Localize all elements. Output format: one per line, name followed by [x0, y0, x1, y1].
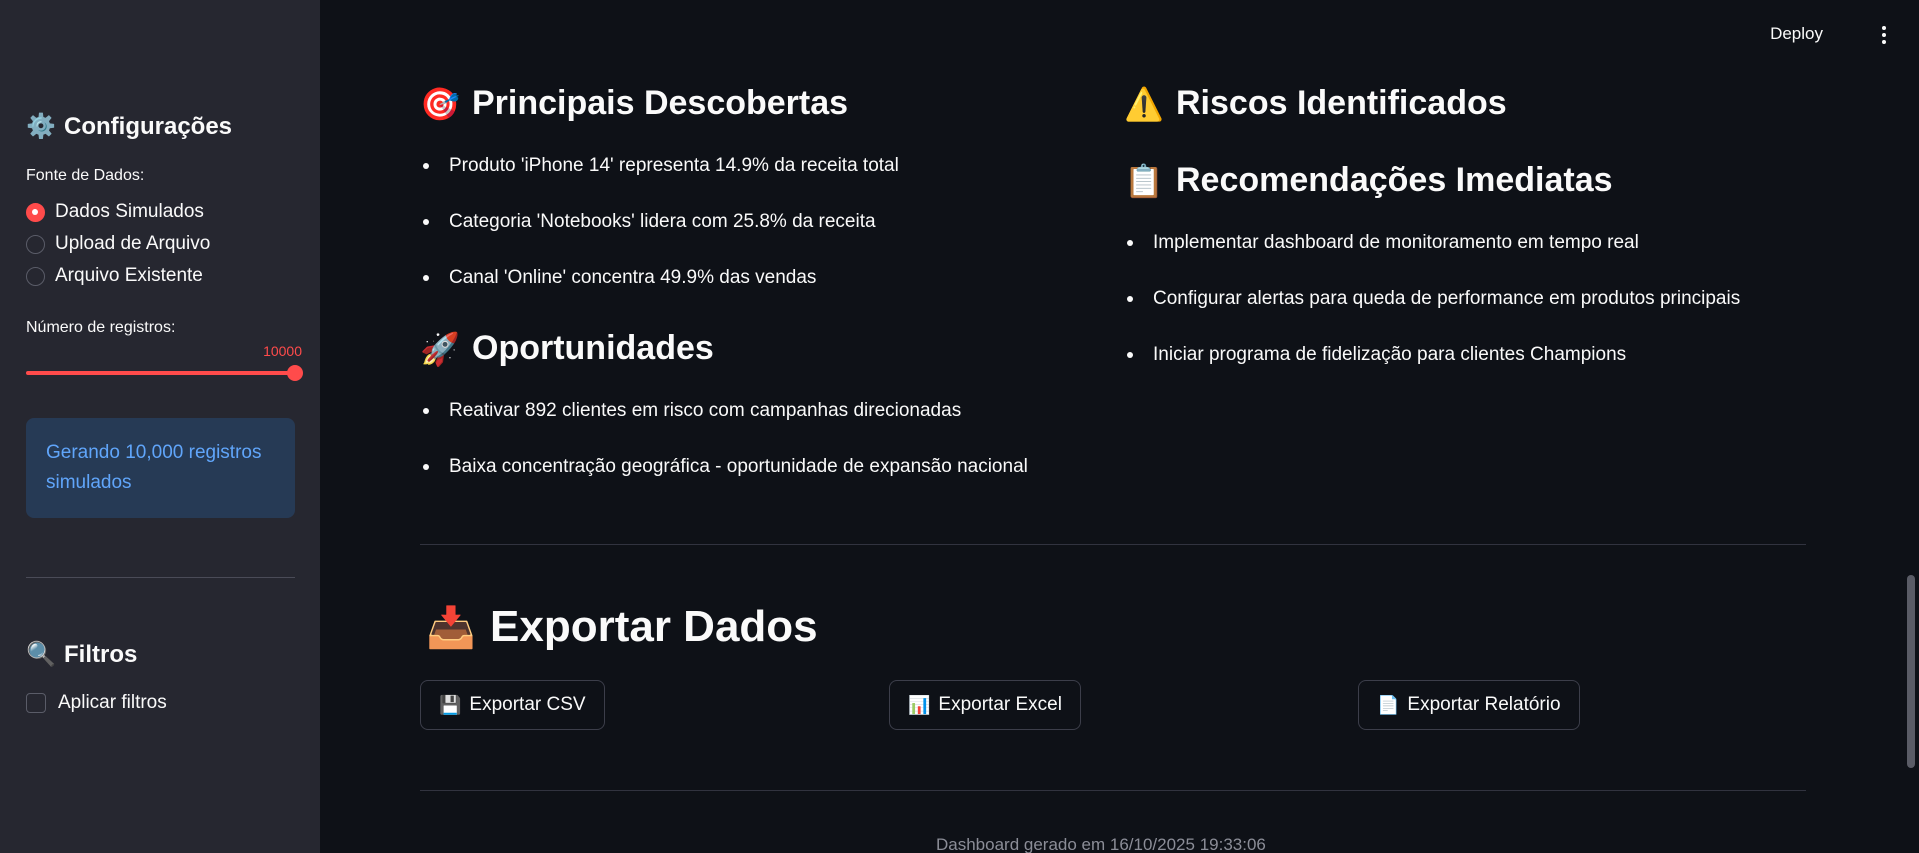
list-item: Baixa concentração geográfica - oportuni… [420, 455, 1028, 511]
list-item: Configurar alertas para queda de perform… [1124, 287, 1740, 343]
filters-heading: 🔍 Filtros [26, 640, 138, 669]
list-item: Categoria 'Notebooks' lidera com 25.8% d… [420, 210, 899, 266]
checkbox[interactable] [26, 693, 46, 713]
list-item: Produto 'iPhone 14' representa 14.9% da … [420, 154, 899, 210]
records-slider-thumb[interactable] [287, 365, 303, 381]
radio-button[interactable] [26, 266, 45, 286]
export-csv-button[interactable]: 💾 Exportar CSV [420, 680, 605, 730]
discoveries-list: Produto 'iPhone 14' representa 14.9% da … [420, 154, 899, 322]
warning-icon: ⚠️ [1124, 85, 1164, 122]
list-item: Iniciar programa de fidelização para cli… [1124, 343, 1740, 399]
export-heading: 📥 Exportar Dados [426, 602, 818, 651]
risks-heading: ⚠️ Riscos Identificados [1124, 84, 1507, 122]
opportunities-list: Reativar 892 clientes em risco com campa… [420, 399, 1028, 511]
document-icon: 📄 [1377, 694, 1400, 715]
radio-upload-arquivo[interactable]: Upload de Arquivo [26, 233, 210, 255]
scrollbar[interactable] [1907, 575, 1915, 768]
sidebar-divider [26, 577, 295, 578]
config-heading: ⚙️ Configurações [26, 112, 233, 141]
radio-button-checked[interactable] [26, 202, 45, 222]
list-item: Implementar dashboard de monitoramento e… [1124, 231, 1740, 287]
export-report-button[interactable]: 📄 Exportar Relatório [1358, 680, 1580, 730]
clipboard-icon: 📋 [1124, 162, 1164, 199]
apply-filters-checkbox[interactable]: Aplicar filtros [26, 692, 167, 714]
opportunities-heading: 🚀 Oportunidades [420, 329, 714, 367]
list-item: Canal 'Online' concentra 49.9% das venda… [420, 266, 899, 322]
rocket-icon: 🚀 [420, 330, 460, 367]
discoveries-heading: 🎯 Principais Descobertas [420, 84, 849, 122]
footer-timestamp: Dashboard gerado em 16/10/2025 19:33:06 [936, 835, 1266, 853]
export-excel-button[interactable]: 📊 Exportar Excel [889, 680, 1081, 730]
magnifier-icon: 🔍 [26, 641, 56, 668]
sidebar: ⚙️ Configurações Fonte de Dados: Dados S… [0, 0, 320, 853]
deploy-button[interactable]: Deploy [1770, 24, 1823, 44]
source-label: Fonte de Dados: [26, 167, 145, 184]
slider-value: 10000 [263, 343, 302, 359]
section-divider [420, 790, 1806, 791]
main-menu-icon[interactable] [1879, 24, 1889, 46]
records-slider-track[interactable] [26, 371, 296, 375]
radio-dados-simulados[interactable]: Dados Simulados [26, 201, 204, 223]
gear-icon: ⚙️ [26, 113, 56, 140]
inbox-tray-icon: 📥 [426, 605, 476, 650]
recommendations-list: Implementar dashboard de monitoramento e… [1124, 231, 1740, 399]
bar-chart-icon: 📊 [908, 694, 931, 715]
recommendations-heading: 📋 Recomendações Imediatas [1124, 161, 1613, 199]
section-divider [420, 544, 1806, 545]
info-alert: Gerando 10,000 registros simulados [26, 418, 295, 518]
floppy-disk-icon: 💾 [439, 694, 462, 715]
list-item: Reativar 892 clientes em risco com campa… [420, 399, 1028, 455]
target-icon: 🎯 [420, 85, 460, 122]
records-label: Número de registros: [26, 319, 176, 336]
radio-button[interactable] [26, 234, 45, 254]
radio-arquivo-existente[interactable]: Arquivo Existente [26, 265, 203, 287]
